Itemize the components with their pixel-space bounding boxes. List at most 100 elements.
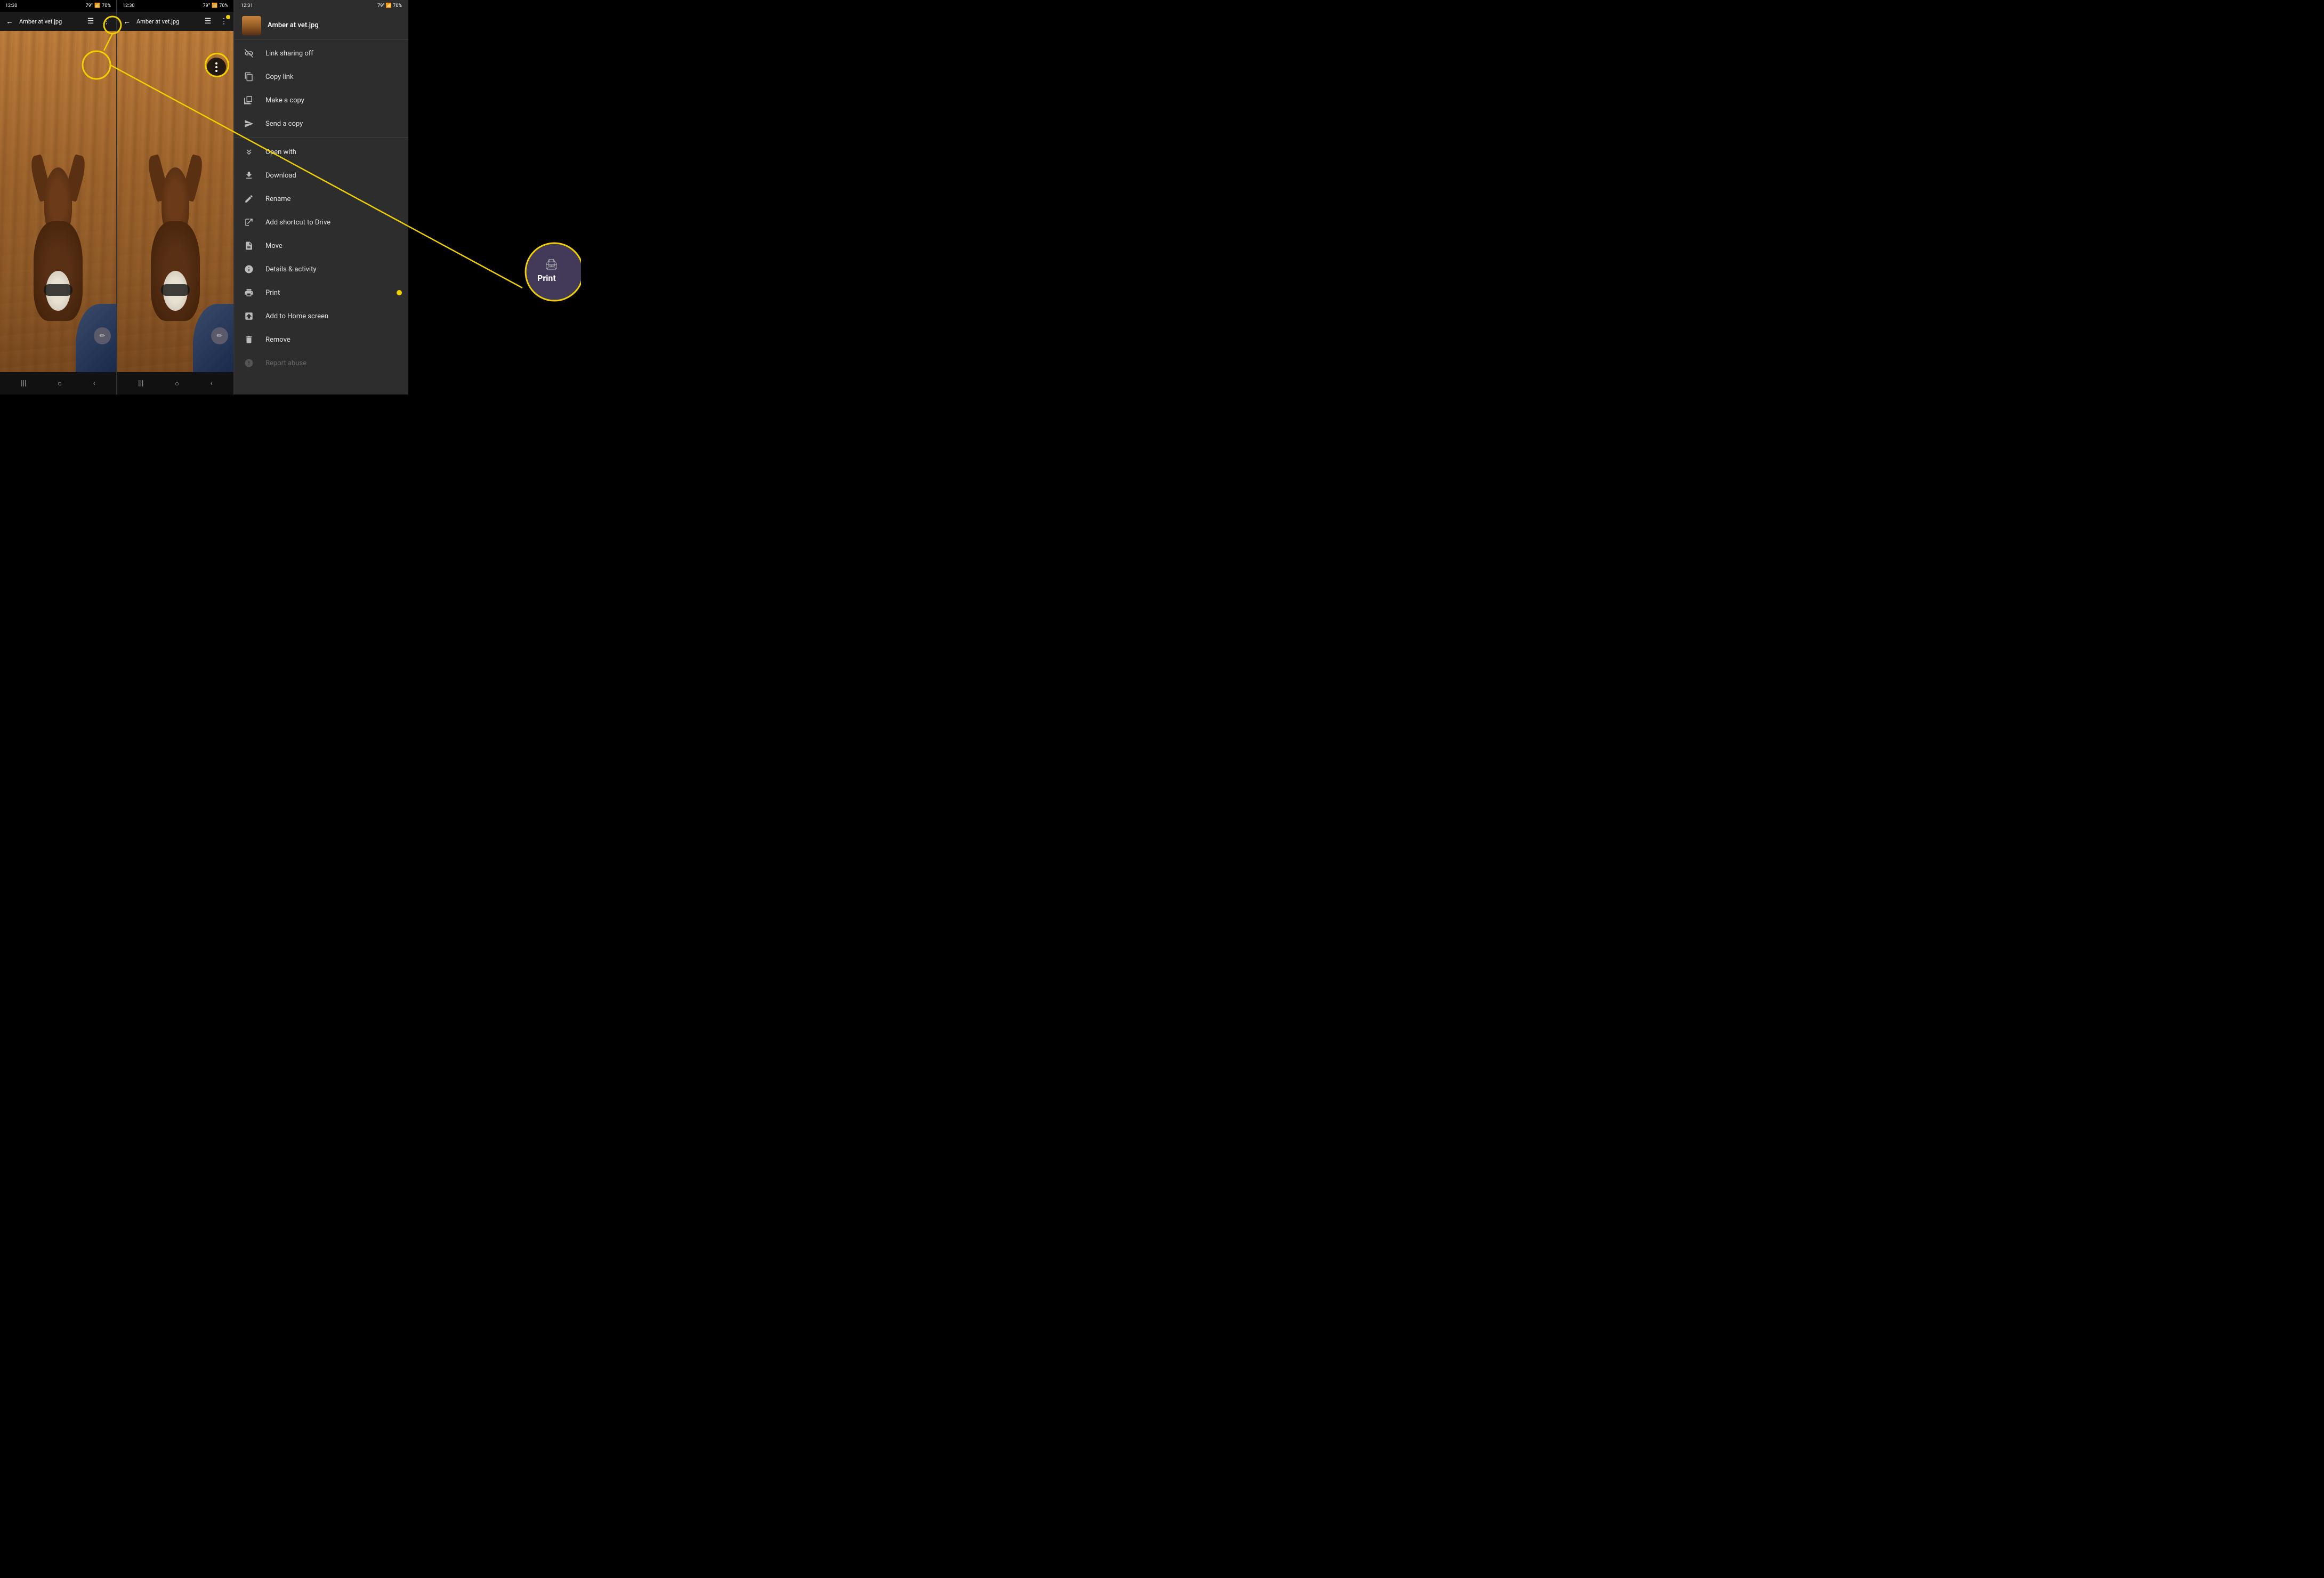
menu-item-add-shortcut[interactable]: Add shortcut to Drive bbox=[235, 211, 408, 234]
header-icons-1: ☰ ⋮ bbox=[85, 16, 112, 27]
more-options-1[interactable]: ⋮ bbox=[101, 16, 112, 27]
nav-recent-2[interactable]: ||| bbox=[138, 379, 143, 388]
file-title-2: Amber at vet.jpg bbox=[136, 18, 198, 25]
menu-status-time: 12:31 bbox=[241, 3, 253, 9]
dot-2 bbox=[215, 66, 217, 68]
nav-bar-2: ||| ○ ‹ bbox=[117, 372, 233, 395]
menu-item-move[interactable]: Move bbox=[235, 234, 408, 257]
back-button-2[interactable]: ← bbox=[122, 16, 132, 27]
details-label: Details & activity bbox=[265, 265, 316, 273]
nav-home-1[interactable]: ○ bbox=[58, 379, 62, 388]
menu-item-send-copy[interactable]: Send a copy bbox=[235, 112, 408, 135]
file-title-1: Amber at vet.jpg bbox=[19, 18, 81, 25]
open-with-icon bbox=[243, 146, 255, 158]
status-bar-1: 12:30 79° 📶 70% bbox=[0, 0, 116, 12]
make-copy-icon bbox=[243, 94, 255, 106]
dog-photo-1 bbox=[0, 31, 116, 372]
three-dots-callout bbox=[207, 58, 226, 77]
wifi-icon-1: 📶 bbox=[94, 3, 100, 9]
print-icon bbox=[243, 287, 255, 299]
shortcut-icon bbox=[243, 216, 255, 228]
menu-list: Link sharing off Copy link Make a bbox=[235, 39, 408, 395]
report-icon bbox=[243, 357, 255, 369]
remove-label: Remove bbox=[265, 336, 290, 344]
menu-item-open-with[interactable]: Open with bbox=[235, 140, 408, 164]
menu-item-copy-link[interactable]: Copy link bbox=[235, 65, 408, 88]
battery-2: 70% bbox=[219, 3, 228, 9]
rename-label: Rename bbox=[265, 195, 290, 203]
dog-torso-2 bbox=[151, 221, 200, 321]
menu-panel: 12:31 79° 📶 70% Amber at vet.jpg bbox=[235, 0, 408, 395]
nav-recent-1[interactable]: ||| bbox=[21, 379, 26, 388]
back-button-1[interactable]: ← bbox=[4, 16, 15, 27]
nav-bar-1: ||| ○ ‹ bbox=[0, 372, 116, 395]
link-sharing-label: Link sharing off bbox=[265, 50, 313, 58]
temp-1: 79° bbox=[86, 3, 93, 9]
download-label: Download bbox=[265, 172, 296, 180]
move-label: Move bbox=[265, 242, 283, 250]
move-icon bbox=[243, 240, 255, 252]
print-yellow-dot bbox=[397, 290, 402, 295]
battery-1: 70% bbox=[102, 3, 111, 9]
menu-item-details[interactable]: Details & activity bbox=[235, 257, 408, 281]
nav-home-2[interactable]: ○ bbox=[175, 379, 179, 388]
menu-item-rename[interactable]: Rename bbox=[235, 187, 408, 211]
yellow-dot-header bbox=[226, 15, 230, 19]
status-bar-2: 12:30 79° 📶 70% bbox=[117, 0, 233, 12]
svg-text:Print: Print bbox=[537, 273, 556, 283]
menu-item-add-home[interactable]: Add to Home screen bbox=[235, 304, 408, 328]
header-icons-2: ☰ ⋮ bbox=[203, 16, 229, 27]
dog-body-2 bbox=[141, 167, 211, 321]
add-home-icon bbox=[243, 310, 255, 322]
menu-item-remove[interactable]: Remove bbox=[235, 328, 408, 351]
rename-icon bbox=[243, 193, 255, 205]
send-copy-label: Send a copy bbox=[265, 120, 303, 128]
dog-torso-1 bbox=[34, 221, 83, 321]
nav-back-1[interactable]: ‹ bbox=[93, 379, 95, 388]
menu-item-print[interactable]: Print bbox=[235, 281, 408, 304]
link-off-icon bbox=[243, 47, 255, 59]
file-thumb-img bbox=[242, 16, 261, 35]
image-area-1: ✏ bbox=[0, 31, 116, 372]
wifi-icon-2: 📶 bbox=[212, 3, 217, 9]
file-thumbnail bbox=[242, 16, 261, 35]
menu-item-download[interactable]: Download bbox=[235, 164, 408, 187]
menu-item-report[interactable]: Report abuse bbox=[235, 351, 408, 375]
copy-link-icon bbox=[243, 71, 255, 83]
dog-photo-2 bbox=[117, 31, 233, 372]
menu-file-header: Amber at vet.jpg bbox=[235, 12, 408, 39]
status-time-2: 12:30 bbox=[123, 3, 134, 9]
report-label: Report abuse bbox=[265, 359, 306, 367]
print-label: Print bbox=[265, 289, 280, 297]
delete-icon bbox=[243, 334, 255, 345]
header-bar-1: ← Amber at vet.jpg ☰ ⋮ bbox=[0, 12, 116, 31]
status-right-1: 79° 📶 70% bbox=[86, 3, 111, 9]
nav-back-2[interactable]: ‹ bbox=[211, 379, 213, 388]
menu-item-make-copy[interactable]: Make a copy bbox=[235, 88, 408, 112]
menu-temp: 79° bbox=[377, 3, 384, 9]
send-copy-icon bbox=[243, 118, 255, 130]
comment-icon-1[interactable]: ☰ bbox=[85, 16, 96, 27]
fab-button-1[interactable]: ✏ bbox=[94, 327, 111, 344]
fab-button-2[interactable]: ✏ bbox=[211, 327, 228, 344]
image-area-2: ✏ bbox=[117, 31, 233, 372]
phone-panel-2: 12:30 79° 📶 70% ← Amber at vet.jpg ☰ ⋮ bbox=[117, 0, 233, 395]
dot-1 bbox=[215, 62, 217, 65]
phone-panel-1: 12:30 79° 📶 70% ← Amber at vet.jpg ☰ ⋮ bbox=[0, 0, 116, 395]
dog-body-1 bbox=[23, 167, 93, 321]
more-options-2[interactable]: ⋮ bbox=[219, 16, 229, 27]
menu-status-right: 79° 📶 70% bbox=[377, 3, 402, 9]
menu-status-bar: 12:31 79° 📶 70% bbox=[235, 0, 408, 12]
svg-text:🖨: 🖨 bbox=[545, 258, 558, 271]
comment-icon-2[interactable]: ☰ bbox=[203, 16, 213, 27]
menu-file-name: Amber at vet.jpg bbox=[268, 21, 319, 29]
dog-harness-1 bbox=[44, 284, 73, 296]
add-home-label: Add to Home screen bbox=[265, 312, 328, 320]
add-shortcut-label: Add shortcut to Drive bbox=[265, 219, 330, 227]
menu-item-link-sharing[interactable]: Link sharing off bbox=[235, 42, 408, 65]
header-bar-2: ← Amber at vet.jpg ☰ ⋮ bbox=[117, 12, 233, 31]
menu-battery: 70% bbox=[393, 3, 402, 9]
make-copy-label: Make a copy bbox=[265, 96, 304, 104]
dot-3 bbox=[215, 70, 217, 72]
copy-link-label: Copy link bbox=[265, 73, 294, 81]
